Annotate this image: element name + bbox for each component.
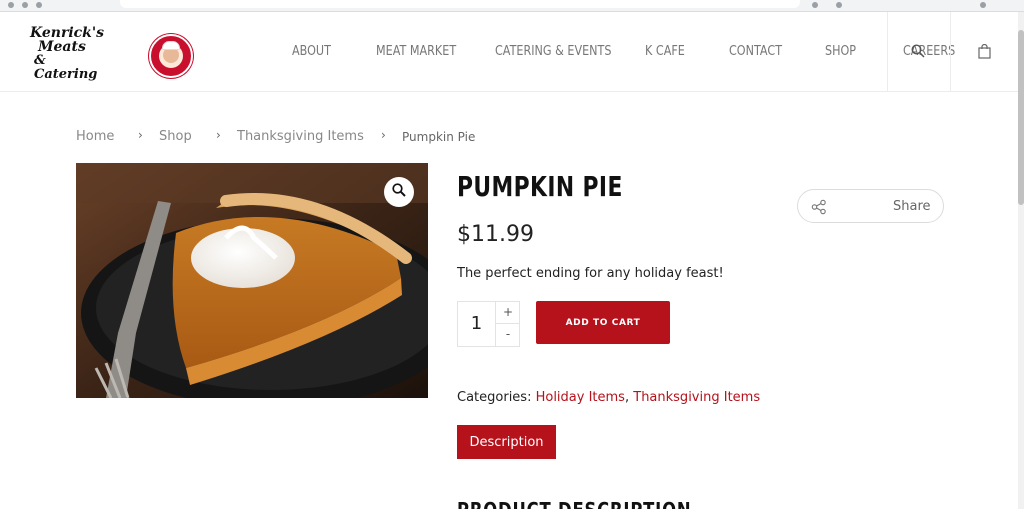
share-button[interactable]: Share (797, 189, 944, 223)
breadcrumb-home[interactable]: Home (76, 129, 114, 144)
browser-icon[interactable] (812, 2, 818, 8)
nav-about[interactable]: ABOUT (292, 44, 331, 59)
nav-k-cafe[interactable]: K CAFE (645, 44, 685, 59)
browser-icon[interactable] (980, 2, 986, 8)
browser-icon[interactable] (836, 2, 842, 8)
product-short-description: The perfect ending for any holiday feast… (457, 266, 724, 281)
chevron-right-icon: › (381, 128, 386, 142)
browser-icon[interactable] (22, 2, 28, 8)
product-categories: Categories: Holiday Items, Thanksgiving … (457, 390, 760, 405)
page-scrollbar[interactable] (1018, 12, 1024, 509)
breadcrumb-current: Pumpkin Pie (402, 130, 476, 144)
header-divider (950, 12, 951, 92)
quantity-increase-button[interactable]: + (496, 302, 520, 324)
pumpkin-pie-photo (76, 163, 428, 398)
product-description-heading: PRODUCT DESCRIPTION (457, 498, 691, 509)
chevron-right-icon: › (138, 128, 143, 142)
add-to-cart-button[interactable]: ADD TO CART (536, 301, 670, 344)
chevron-right-icon: › (216, 128, 221, 142)
address-bar[interactable] (120, 0, 800, 8)
nav-meat-market[interactable]: MEAT MARKET (376, 44, 456, 59)
product-title: PUMPKIN PIE (457, 170, 623, 203)
scrollbar-thumb[interactable] (1018, 30, 1024, 205)
product-price: $11.99 (457, 222, 534, 247)
breadcrumb-thanksgiving-items[interactable]: Thanksgiving Items (237, 129, 364, 144)
nav-catering-events[interactable]: CATERING & EVENTS (495, 44, 611, 59)
share-label: Share (893, 199, 931, 214)
breadcrumb-shop[interactable]: Shop (159, 129, 192, 144)
shopping-bag-icon[interactable] (978, 43, 991, 64)
browser-toolbar (0, 0, 1024, 12)
browser-icon[interactable] (36, 2, 42, 8)
nav-contact[interactable]: CONTACT (729, 44, 782, 59)
search-icon[interactable] (911, 44, 925, 63)
quantity-stepper: 1 + - (457, 301, 520, 347)
nav-shop[interactable]: SHOP (825, 44, 856, 59)
category-link-thanksgiving-items[interactable]: Thanksgiving Items (633, 390, 760, 405)
site-header: Kenrick's Meats & Catering ABOUT MEAT MA… (0, 12, 1018, 92)
header-divider (887, 12, 888, 92)
quantity-input[interactable]: 1 (458, 302, 496, 346)
category-link-holiday-items[interactable]: Holiday Items (536, 390, 625, 405)
magnifier-icon (392, 182, 406, 202)
tab-description[interactable]: Description (457, 425, 556, 459)
quantity-decrease-button[interactable]: - (496, 324, 520, 346)
category-separator: , (624, 390, 630, 405)
browser-icon[interactable] (8, 2, 14, 8)
zoom-button[interactable] (384, 177, 414, 207)
product-image[interactable] (76, 163, 428, 398)
share-icon (811, 199, 827, 220)
categories-label: Categories: (457, 390, 532, 405)
main-nav: ABOUT MEAT MARKET CATERING & EVENTS K CA… (0, 12, 1018, 92)
